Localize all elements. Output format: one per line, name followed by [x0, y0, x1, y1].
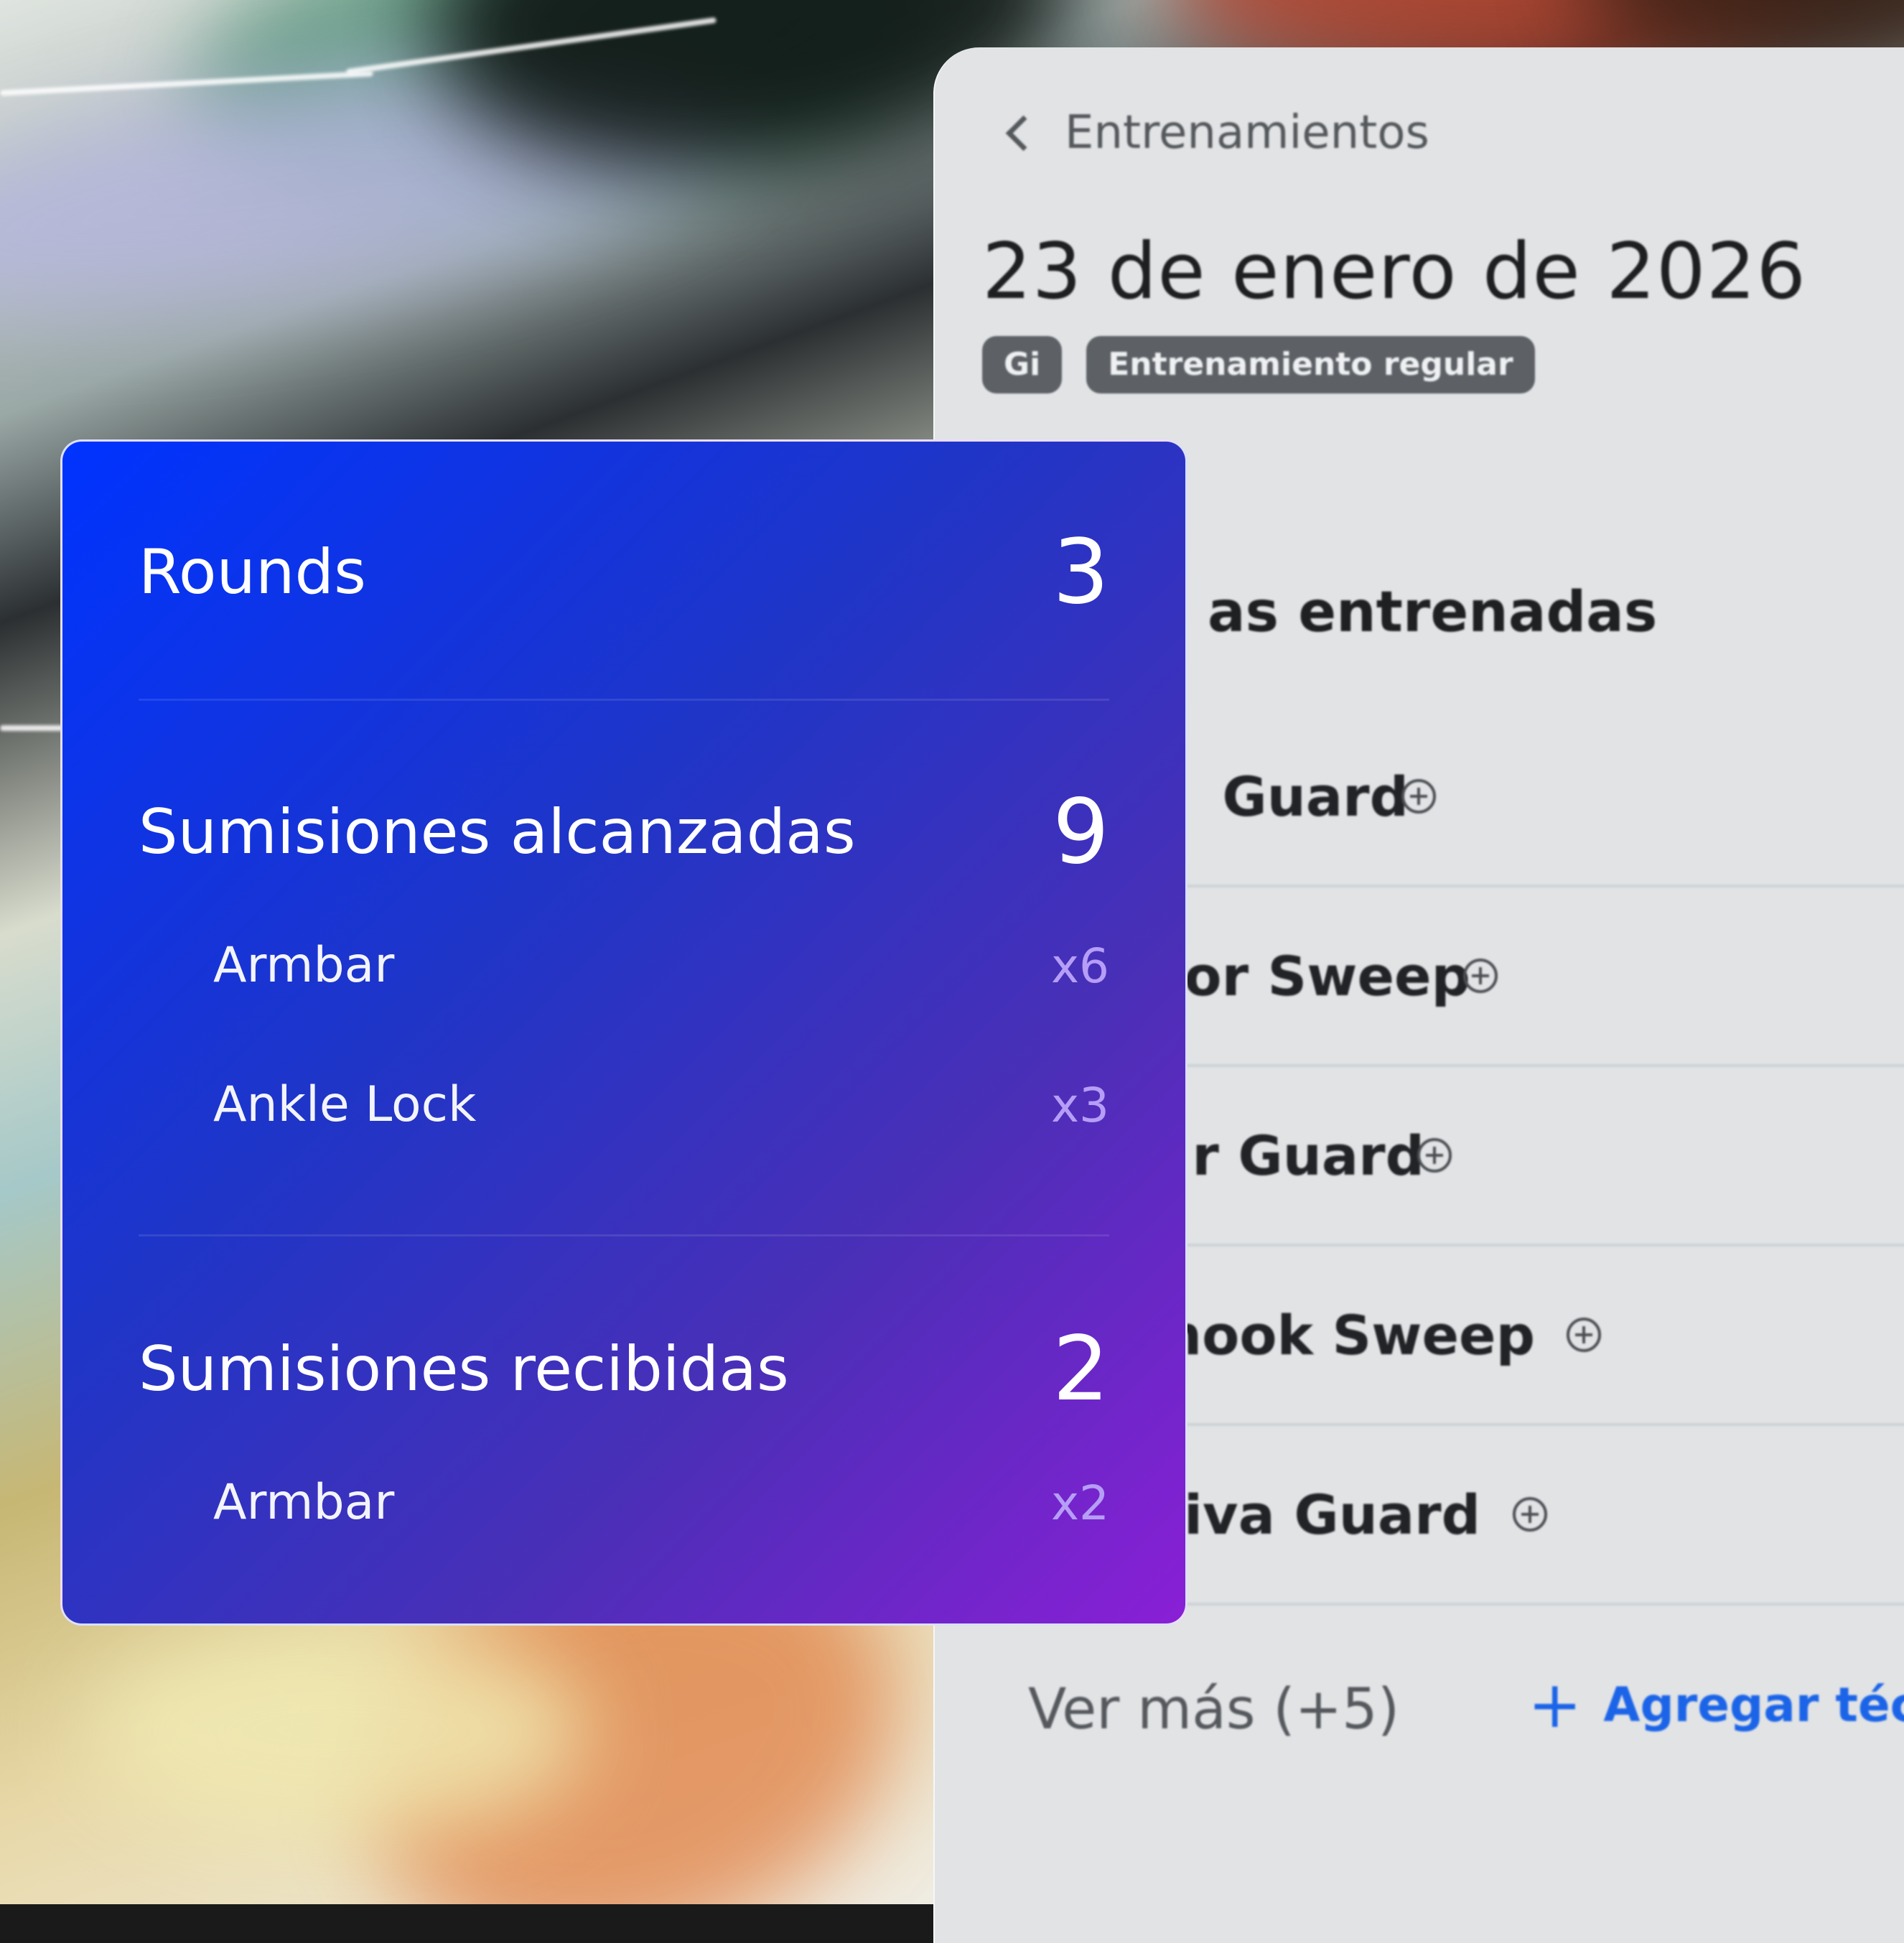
add-circle-icon[interactable] — [1567, 1318, 1601, 1352]
submission-count: x3 — [1050, 1078, 1109, 1133]
plus-icon: + — [1528, 1667, 1582, 1743]
submissions-achieved-row: Sumisiones alcanzadas 9 — [139, 781, 1109, 884]
add-technique-button[interactable]: + Agregar técnic — [1528, 1667, 1904, 1743]
submission-item: Ankle Lock x3 — [213, 1076, 1109, 1133]
add-circle-icon[interactable] — [1463, 959, 1498, 993]
back-label: Entrenamientos — [1065, 106, 1429, 159]
submission-count: x6 — [1050, 938, 1109, 994]
technique-name: or Sweep — [1184, 943, 1470, 1008]
submission-name: Armbar — [213, 1474, 395, 1531]
submission-count: x2 — [1050, 1476, 1109, 1531]
submissions-received-row: Sumisiones recibidas 2 — [139, 1318, 1109, 1421]
submission-name: Ankle Lock — [213, 1076, 477, 1133]
chevron-left-icon — [1005, 115, 1042, 151]
tag-training-type: Entrenamiento regular — [1086, 336, 1535, 393]
tag-list: Gi Entrenamiento regular — [982, 336, 1535, 393]
technique-name: Guard — [1222, 764, 1409, 829]
submissions-received-value: 2 — [1053, 1318, 1109, 1421]
submission-item: Armbar x6 — [213, 937, 1109, 994]
tag-gi: Gi — [982, 336, 1063, 393]
submissions-achieved-label: Sumisiones alcanzadas — [139, 796, 856, 868]
submissions-received-label: Sumisiones recibidas — [139, 1333, 789, 1405]
training-stats-card: Rounds 3 Sumisiones alcanzadas 9 Armbar … — [60, 439, 1187, 1626]
technique-name: Riva Guard — [1142, 1482, 1480, 1547]
add-circle-icon[interactable] — [1513, 1497, 1547, 1532]
rounds-value: 3 — [1053, 521, 1109, 624]
submissions-achieved-value: 9 — [1053, 781, 1109, 884]
rounds-label: Rounds — [139, 536, 366, 608]
technique-name: hook Sweep — [1163, 1303, 1535, 1367]
technique-name: r Guard — [1192, 1123, 1424, 1188]
add-circle-icon[interactable] — [1417, 1138, 1452, 1173]
back-button[interactable]: Entrenamientos — [1001, 106, 1429, 159]
section-title: as entrenadas — [1208, 580, 1658, 645]
see-more-link[interactable]: Ver más (+5) — [1028, 1677, 1399, 1742]
submission-item: Armbar x2 — [213, 1474, 1109, 1531]
submission-name: Armbar — [213, 937, 395, 994]
add-technique-label: Agregar técnic — [1603, 1677, 1904, 1733]
rounds-row: Rounds 3 — [139, 521, 1109, 624]
divider — [139, 1234, 1109, 1236]
add-circle-icon[interactable] — [1401, 779, 1436, 814]
divider — [139, 699, 1109, 701]
page-title: 23 de enero de 2026 — [982, 227, 1807, 317]
